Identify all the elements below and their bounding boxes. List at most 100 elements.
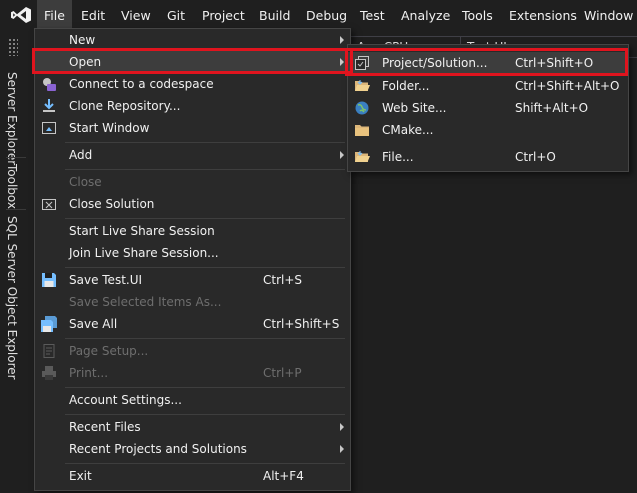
file-menu: New Open Connect to a codespace Clone Re… [34,28,351,491]
menu-item-add[interactable]: Add [35,144,350,166]
menu-view[interactable]: View [114,0,158,30]
menu-item-label: Save All [69,317,118,331]
submenu-item-file[interactable]: File... Ctrl+O [348,146,628,168]
menu-separator [65,414,345,415]
submenu-item-label: Web Site... [382,101,447,115]
submenu-arrow-icon [340,58,344,66]
menu-item-connect-codespace[interactable]: Connect to a codespace [35,73,350,95]
menu-separator [65,338,345,339]
menu-item-new[interactable]: New [35,29,350,51]
menu-window[interactable]: Window [577,0,637,30]
project-solution-icon [355,56,369,70]
menu-project[interactable]: Project [195,0,252,30]
submenu-item-label: Folder... [382,79,430,93]
menu-separator [65,387,345,388]
submenu-item-shortcut: Shift+Alt+O [515,101,589,115]
menu-item-shortcut: Alt+F4 [263,469,304,483]
menu-test[interactable]: Test [353,0,392,30]
menu-item-save-all[interactable]: Save All Ctrl+Shift+S [35,313,350,335]
submenu-item-label: CMake... [382,123,434,137]
file-open-icon [355,151,370,162]
submenu-item-shortcut: Ctrl+Shift+Alt+O [515,79,620,93]
menu-item-label: Start Live Share Session [69,224,215,238]
toolbar-grip[interactable] [8,38,18,56]
menu-item-label: New [69,33,96,47]
menu-item-shortcut: Ctrl+S [263,273,303,287]
menu-item-exit[interactable]: Exit Alt+F4 [35,465,350,487]
tab-sql-server-object-explorer[interactable]: SQL Server Object Explorer [5,216,19,380]
menu-item-label: Account Settings... [69,393,182,407]
menu-item-page-setup: Page Setup... [35,340,350,362]
start-window-icon [42,122,56,134]
submenu-arrow-icon [340,423,344,431]
submenu-item-shortcut: Ctrl+O [515,150,556,164]
left-tool-sidebar: Server Explorer Toolbox SQL Server Objec… [0,64,34,493]
page-setup-icon [43,344,55,358]
menu-item-join-live-share[interactable]: Join Live Share Session... [35,242,350,264]
menu-item-label: Close [69,175,102,189]
menu-item-label: Open [69,55,102,69]
menu-analyze[interactable]: Analyze [394,0,457,30]
print-icon [42,366,56,380]
menu-item-recent-files[interactable]: Recent Files [35,416,350,438]
menu-tools[interactable]: Tools [455,0,500,30]
menu-item-label: Add [69,148,93,162]
menu-item-save-selected-as: Save Selected Items As... [35,291,350,313]
save-all-icon [41,316,57,332]
codespace-icon [43,78,56,91]
menu-extensions[interactable]: Extensions [502,0,584,30]
menu-item-close: Close [35,171,350,193]
submenu-item-website[interactable]: Web Site... Shift+Alt+O [348,97,628,119]
menu-file[interactable]: File [37,0,72,30]
submenu-item-shortcut: Ctrl+Shift+O [515,56,594,70]
menu-separator [65,218,345,219]
menu-item-label: Exit [69,469,92,483]
menu-item-label: Clone Repository... [69,99,181,113]
menu-git[interactable]: Git [160,0,192,30]
menu-bar: File Edit View Git Project Build Debug T… [0,0,637,30]
menu-item-recent-projects[interactable]: Recent Projects and Solutions [35,438,350,460]
tab-server-explorer[interactable]: Server Explorer [5,72,19,165]
menu-item-label: Page Setup... [69,344,149,358]
menu-item-open[interactable]: Open [35,51,350,73]
submenu-arrow-icon [340,151,344,159]
menu-item-print: Print... Ctrl+P [35,362,350,384]
tab-toolbox[interactable]: Toolbox [5,164,19,209]
visual-studio-logo-icon[interactable] [10,6,32,24]
menu-item-label: Recent Projects and Solutions [69,442,247,456]
menu-item-clone-repository[interactable]: Clone Repository... [35,95,350,117]
menu-item-label: Start Window [69,121,150,135]
menu-item-shortcut: Ctrl+P [263,366,302,380]
sidebar-divider [6,209,26,210]
menu-edit[interactable]: Edit [74,0,112,30]
clone-download-icon [43,99,55,112]
menu-separator [65,169,345,170]
menu-item-label: Close Solution [69,197,155,211]
menu-item-close-solution[interactable]: Close Solution [35,193,350,215]
menu-item-label: Connect to a codespace [69,77,214,91]
website-globe-icon [355,101,369,115]
menu-item-label: Save Selected Items As... [69,295,222,309]
menu-item-label: Join Live Share Session... [69,246,219,260]
close-solution-icon [42,199,56,210]
sidebar-divider [6,157,26,158]
open-submenu: Project/Solution... Ctrl+Shift+O Folder.… [347,44,629,172]
submenu-item-cmake[interactable]: CMake... [348,119,628,141]
submenu-item-folder[interactable]: Folder... Ctrl+Shift+Alt+O [348,75,628,97]
menu-item-start-window[interactable]: Start Window [35,117,350,139]
submenu-item-project-solution[interactable]: Project/Solution... Ctrl+Shift+O [348,52,628,74]
menu-build[interactable]: Build [252,0,297,30]
menu-item-start-live-share[interactable]: Start Live Share Session [35,220,350,242]
submenu-item-label: Project/Solution... [382,56,488,70]
menu-item-account-settings[interactable]: Account Settings... [35,389,350,411]
menu-item-label: Print... [69,366,109,380]
submenu-arrow-icon [340,445,344,453]
folder-open-icon [355,80,370,91]
submenu-arrow-icon [340,36,344,44]
cmake-folder-icon [355,125,369,136]
menu-item-label: Recent Files [69,420,141,434]
menu-item-save[interactable]: Save Test.UI Ctrl+S [35,269,350,291]
save-icon [42,273,56,287]
menu-item-label: Save Test.UI [69,273,143,287]
menu-debug[interactable]: Debug [299,0,354,30]
